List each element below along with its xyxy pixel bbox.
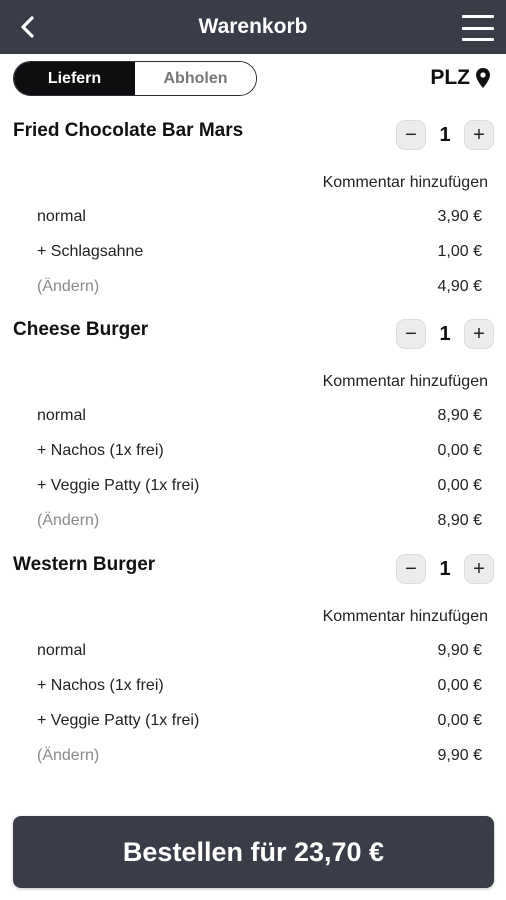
increase-quantity-button[interactable]: + xyxy=(464,120,494,150)
item-name: Cheese Burger xyxy=(13,319,149,340)
quantity-value: 1 xyxy=(439,322,451,345)
line-item: normal 3,90 € xyxy=(0,208,506,232)
location-pin-icon xyxy=(476,68,490,88)
line-label: normal xyxy=(37,407,86,424)
item-total: 8,90 € xyxy=(437,512,482,529)
toggle-option-liefern[interactable]: Liefern xyxy=(14,62,135,95)
line-item: + Schlagsahne 1,00 € xyxy=(0,243,506,267)
line-price: 8,90 € xyxy=(437,407,482,424)
line-label: + Schlagsahne xyxy=(37,243,144,260)
line-item: + Veggie Patty (1x frei) 0,00 € xyxy=(0,712,506,736)
plz-label: PLZ xyxy=(430,66,470,89)
line-label: + Nachos (1x frei) xyxy=(37,442,164,459)
quantity-stepper: − 1 + xyxy=(396,319,494,349)
line-item: normal 8,90 € xyxy=(0,407,506,431)
decrease-quantity-button[interactable]: − xyxy=(396,554,426,584)
line-label: normal xyxy=(37,208,86,225)
back-button[interactable] xyxy=(12,12,42,42)
plz-selector[interactable]: PLZ xyxy=(430,62,490,94)
line-item: (Ändern) 9,90 € xyxy=(0,747,506,771)
quantity-value: 1 xyxy=(439,557,451,580)
change-item-link[interactable]: (Ändern) xyxy=(37,512,99,530)
quantity-value: 1 xyxy=(439,123,451,146)
hamburger-menu-icon[interactable] xyxy=(458,12,498,44)
decrease-quantity-button[interactable]: − xyxy=(396,120,426,150)
order-button[interactable]: Bestellen für 23,70 € xyxy=(13,816,494,888)
line-price: 0,00 € xyxy=(437,712,482,729)
change-item-link[interactable]: (Ändern) xyxy=(37,747,99,765)
decrease-quantity-button[interactable]: − xyxy=(396,319,426,349)
line-price: 3,90 € xyxy=(437,208,482,225)
line-price: 9,90 € xyxy=(437,642,482,659)
item-name: Western Burger xyxy=(13,554,156,575)
line-item: normal 9,90 € xyxy=(0,642,506,666)
line-item: (Ändern) 8,90 € xyxy=(0,512,506,536)
line-item: + Nachos (1x frei) 0,00 € xyxy=(0,677,506,701)
line-label: normal xyxy=(37,642,86,659)
quantity-stepper: − 1 + xyxy=(396,554,494,584)
line-label: + Nachos (1x frei) xyxy=(37,677,164,694)
line-label: + Veggie Patty (1x frei) xyxy=(37,477,200,494)
chevron-left-icon xyxy=(21,16,34,38)
line-price: 0,00 € xyxy=(437,477,482,494)
line-price: 1,00 € xyxy=(437,243,482,260)
line-item: (Ändern) 4,90 € xyxy=(0,278,506,302)
line-price: 0,00 € xyxy=(437,677,482,694)
toggle-option-abholen[interactable]: Abholen xyxy=(135,62,256,95)
increase-quantity-button[interactable]: + xyxy=(464,554,494,584)
increase-quantity-button[interactable]: + xyxy=(464,319,494,349)
add-comment-link[interactable]: Kommentar hinzufügen xyxy=(323,373,488,391)
item-total: 4,90 € xyxy=(437,278,482,295)
line-item: + Nachos (1x frei) 0,00 € xyxy=(0,442,506,466)
quantity-stepper: − 1 + xyxy=(396,120,494,150)
item-name: Fried Chocolate Bar Mars xyxy=(13,120,244,141)
line-label: + Veggie Patty (1x frei) xyxy=(37,712,200,729)
add-comment-link[interactable]: Kommentar hinzufügen xyxy=(323,174,488,192)
change-item-link[interactable]: (Ändern) xyxy=(37,278,99,296)
delivery-mode-toggle: Liefern Abholen xyxy=(13,61,257,96)
header-bar: Warenkorb xyxy=(0,0,506,54)
line-item: + Veggie Patty (1x frei) 0,00 € xyxy=(0,477,506,501)
line-price: 0,00 € xyxy=(437,442,482,459)
add-comment-link[interactable]: Kommentar hinzufügen xyxy=(323,608,488,626)
item-total: 9,90 € xyxy=(437,747,482,764)
page-title: Warenkorb xyxy=(198,15,308,38)
